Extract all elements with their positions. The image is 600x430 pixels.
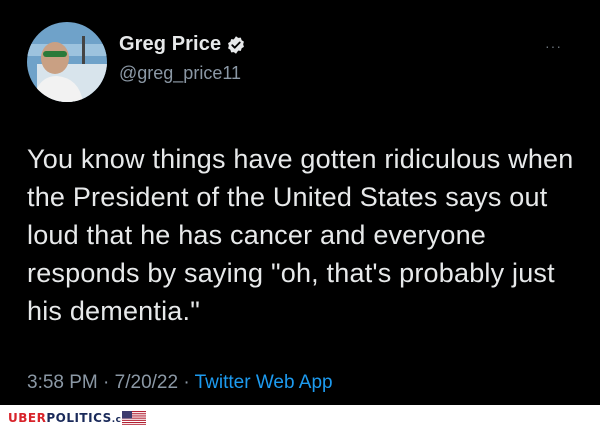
tweet-meta: 3:58 PM · 7/20/22 · Twitter Web App xyxy=(27,372,333,394)
meta-separator: · xyxy=(97,372,115,393)
us-flag-icon xyxy=(122,411,146,425)
more-options-icon[interactable]: ··· xyxy=(545,38,562,54)
watermark-bar: UBERPOLITICS.com xyxy=(0,405,600,430)
meta-separator: · xyxy=(178,372,195,393)
tweet-card: Greg Price @greg_price11 ··· You know th… xyxy=(0,0,600,405)
author-handle[interactable]: @greg_price11 xyxy=(119,63,241,84)
tweet-text: You know things have gotten ridiculous w… xyxy=(27,144,574,326)
author-name[interactable]: Greg Price xyxy=(119,33,221,56)
tweet-date[interactable]: 7/20/22 xyxy=(115,372,178,393)
avatar[interactable] xyxy=(27,22,107,102)
watermark-logo: UBERPOLITICS.com xyxy=(8,411,138,425)
tweet-time[interactable]: 3:58 PM xyxy=(27,372,98,393)
tweet-source-link[interactable]: Twitter Web App xyxy=(195,372,333,393)
verified-badge-icon xyxy=(228,35,245,54)
